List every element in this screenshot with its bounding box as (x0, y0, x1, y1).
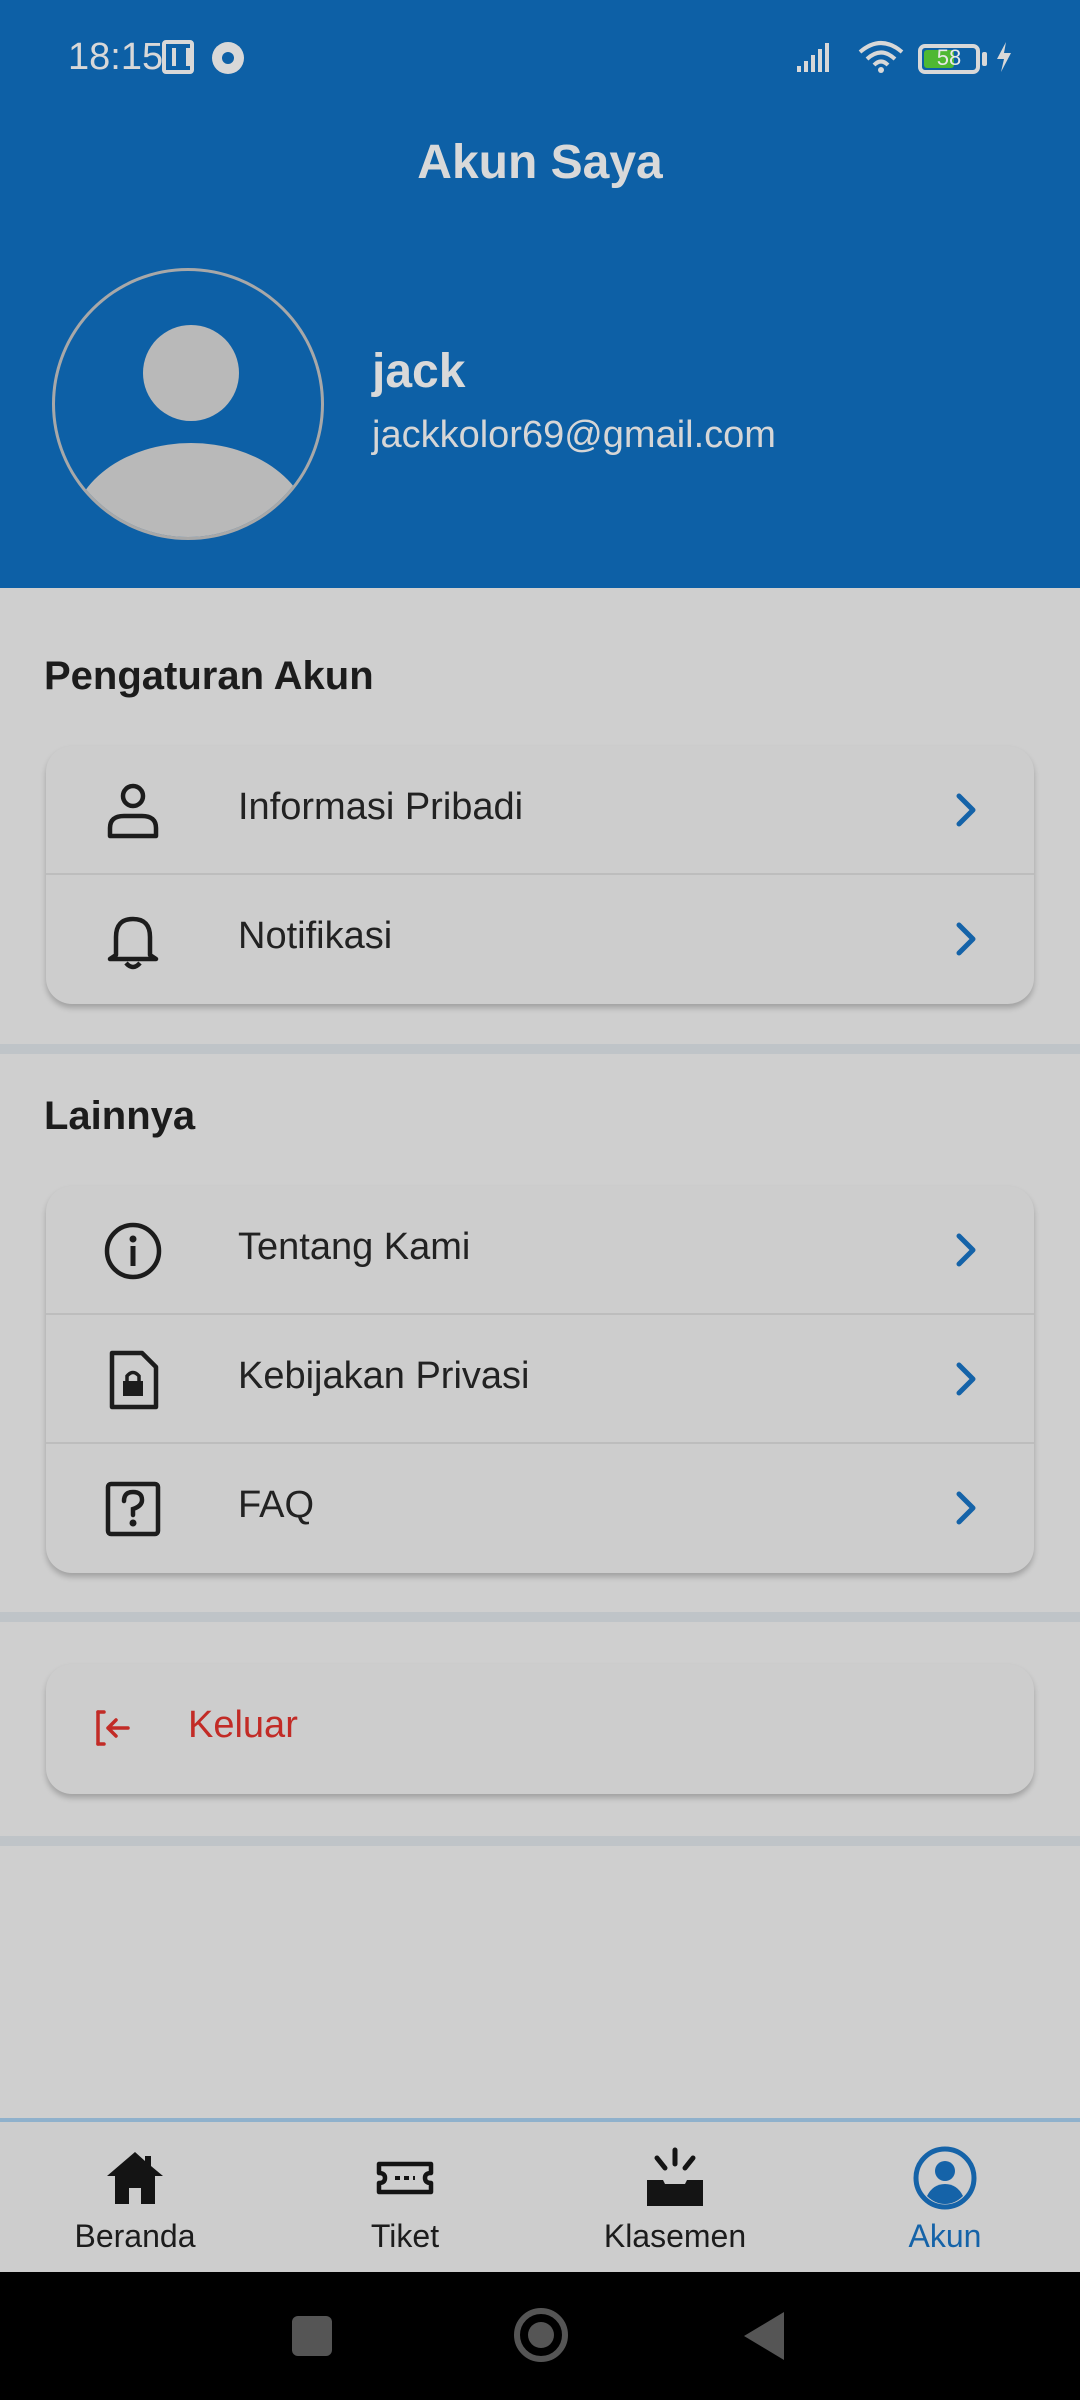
section-divider (0, 1612, 1080, 1622)
person-icon (107, 783, 159, 839)
recents-button[interactable] (292, 2316, 332, 2356)
status-bar: 18:15 58 (0, 0, 1080, 120)
charging-icon (997, 42, 1011, 72)
nav-item-ticket[interactable]: Tiket (270, 2122, 540, 2272)
document-lock-icon (109, 1350, 159, 1410)
settings-notification-icon (212, 42, 244, 74)
account-icon (913, 2146, 977, 2210)
wifi-icon (858, 41, 904, 73)
system-navigation-bar (0, 2272, 1080, 2400)
chevron-right-icon (956, 1362, 976, 1396)
signal-icon (797, 43, 829, 72)
menu-item-label: Informasi Pribadi (238, 786, 524, 828)
menu-item-personal-info[interactable]: Informasi Pribadi (46, 746, 1034, 875)
menu-item-notifications[interactable]: Notifikasi (46, 875, 1034, 1004)
info-icon (104, 1222, 162, 1280)
menu-item-privacy-policy[interactable]: Kebijakan Privasi (46, 1315, 1034, 1444)
section-title-other: Lainnya (44, 1094, 196, 1138)
nav-label: Tiket (370, 2218, 440, 2254)
bell-icon (107, 916, 159, 970)
profile-header: 18:15 58 Akun Saya jack jackkolor69@gmai… (0, 0, 1080, 588)
nav-label: Beranda (74, 2218, 196, 2254)
nav-item-home[interactable]: Beranda (0, 2122, 270, 2272)
avatar[interactable] (52, 268, 324, 540)
status-time: 18:15 (68, 36, 164, 78)
user-name: jack (372, 345, 466, 398)
chevron-right-icon (956, 1491, 976, 1525)
account-settings-card: Informasi Pribadi Notifikasi (46, 746, 1034, 1004)
nav-item-account[interactable]: Akun (810, 2122, 1080, 2272)
back-button[interactable] (744, 2312, 784, 2360)
menu-item-label: Notifikasi (238, 915, 393, 957)
nav-item-standings[interactable]: Klasemen (540, 2122, 810, 2272)
section-divider (0, 1836, 1080, 1846)
ticket-icon (376, 2161, 434, 2195)
podium-icon (647, 2147, 703, 2206)
battery-icon: 58 (918, 44, 980, 74)
battery-level: 58 (936, 45, 962, 70)
menu-item-label: FAQ (238, 1484, 315, 1526)
logout-icon (96, 1710, 130, 1746)
menu-item-about-us[interactable]: Tentang Kami (46, 1186, 1034, 1315)
nav-label: Klasemen (603, 2218, 747, 2254)
chevron-right-icon (956, 1233, 976, 1267)
page-title: Akun Saya (417, 136, 663, 189)
default-avatar-icon (55, 271, 321, 537)
other-card: Tentang Kami Kebijakan Privasi FAQ (46, 1186, 1034, 1573)
bottom-navigation: Beranda Tiket Klasemen Akun (0, 2118, 1080, 2272)
chevron-right-icon (956, 922, 976, 956)
chevron-right-icon (956, 793, 976, 827)
user-email: jackkolor69@gmail.com (372, 414, 776, 456)
nfc-icon (162, 40, 194, 74)
logout-label: Keluar (188, 1704, 298, 1746)
logout-button[interactable]: Keluar (46, 1664, 1034, 1794)
home-icon (107, 2152, 163, 2204)
menu-item-faq[interactable]: FAQ (46, 1444, 1034, 1573)
home-button[interactable] (514, 2308, 568, 2362)
nav-label: Akun (908, 2218, 982, 2254)
menu-item-label: Tentang Kami (238, 1226, 471, 1268)
section-divider (0, 1044, 1080, 1054)
menu-item-label: Kebijakan Privasi (238, 1355, 530, 1397)
question-icon (105, 1481, 161, 1537)
section-title-account: Pengaturan Akun (44, 654, 374, 698)
